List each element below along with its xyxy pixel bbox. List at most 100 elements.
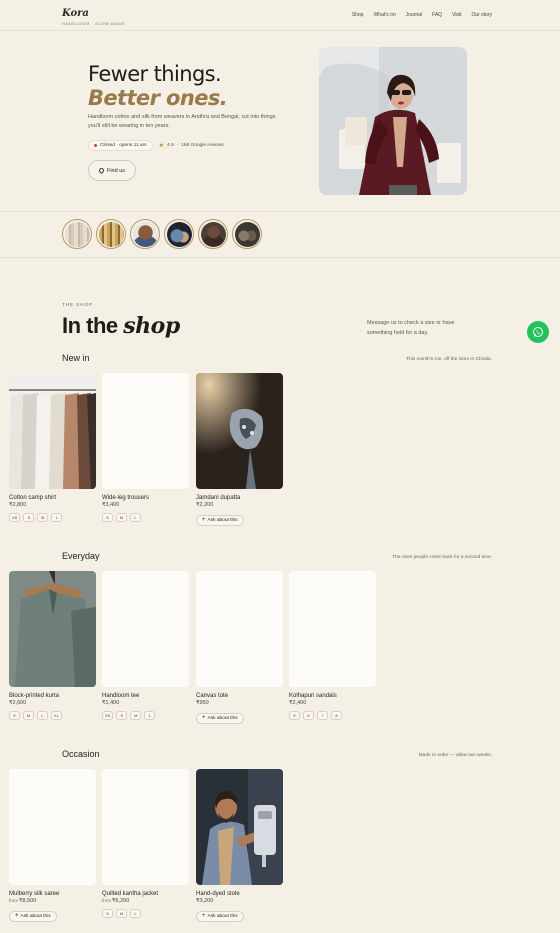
price-from-prefix: from bbox=[9, 898, 18, 903]
nav-item-visit[interactable]: Visit bbox=[452, 12, 461, 18]
size-option[interactable]: L bbox=[130, 513, 141, 522]
whatsapp-icon bbox=[533, 327, 543, 337]
product-price: ₹6,200 bbox=[112, 898, 130, 904]
size-option[interactable]: M bbox=[23, 711, 34, 720]
product-price: ₹1,400 bbox=[102, 700, 120, 706]
nav-item-shop[interactable]: Shop bbox=[352, 12, 364, 18]
brand-tagline: HANDLOOM · SLOW MADE bbox=[62, 21, 126, 26]
kurta-on-hanger-image bbox=[9, 571, 96, 687]
section-title-occasion: Occasion bbox=[62, 749, 100, 759]
nav-item-whats-on[interactable]: What's on bbox=[374, 12, 396, 18]
closed-dot-icon bbox=[94, 144, 97, 147]
product-card[interactable]: Block-printed kurta ₹2,600 S M L XL bbox=[9, 571, 96, 720]
size-option[interactable]: M bbox=[130, 711, 142, 720]
main-nav: Shop What's on Journal FAQ Visit Our sto… bbox=[352, 12, 492, 18]
size-option[interactable]: S bbox=[9, 711, 20, 720]
story-avatar[interactable] bbox=[96, 219, 126, 249]
map-pin-icon bbox=[97, 166, 106, 175]
shop-note: Message us to check a size or have somet… bbox=[367, 320, 455, 336]
product-image bbox=[9, 571, 96, 687]
plus-icon: + bbox=[15, 913, 19, 919]
hero-photo bbox=[319, 47, 467, 195]
opening-status-text: Closed · opens 11 am bbox=[100, 143, 147, 148]
story-avatar[interactable] bbox=[164, 219, 194, 249]
shop-title: In the shop bbox=[62, 313, 180, 339]
size-option[interactable]: L bbox=[51, 513, 63, 522]
size-option[interactable]: M bbox=[116, 909, 127, 918]
size-options: S M L XL bbox=[9, 711, 96, 720]
size-option[interactable]: 8 bbox=[331, 711, 342, 720]
product-card[interactable]: Wide-leg trousers ₹3,400 S M L bbox=[102, 373, 189, 522]
story-image-group bbox=[234, 221, 260, 247]
product-name: Quilted kantha jacket bbox=[102, 891, 159, 897]
product-price: ₹2,400 bbox=[289, 700, 307, 706]
size-option[interactable]: S bbox=[102, 513, 113, 522]
product-image bbox=[9, 373, 96, 489]
ask-about-this-button[interactable]: + Ask about this bbox=[9, 910, 57, 922]
size-option[interactable]: XS bbox=[102, 711, 114, 720]
ask-about-this-button[interactable]: + Ask about this bbox=[196, 514, 244, 526]
find-us-button[interactable]: Find us bbox=[88, 160, 136, 181]
story-avatar[interactable] bbox=[198, 219, 228, 249]
product-image-placeholder bbox=[9, 769, 96, 885]
google-rating[interactable]: ★ 4.9 · 168 Google reviews bbox=[159, 142, 224, 149]
ask-about-this-button[interactable]: + Ask about this bbox=[196, 712, 244, 724]
rating-value: 4.9 bbox=[166, 143, 174, 148]
hero-title: Fewer things. Better ones. bbox=[88, 62, 228, 110]
size-option[interactable]: S bbox=[23, 513, 35, 522]
ask-about-this-button[interactable]: + Ask about this bbox=[196, 910, 244, 922]
story-avatar[interactable] bbox=[232, 219, 262, 249]
plus-icon: + bbox=[202, 913, 206, 919]
story-avatar[interactable] bbox=[62, 219, 92, 249]
nav-item-our-story[interactable]: Our story bbox=[471, 12, 492, 18]
product-card[interactable]: Handloom tee ₹1,400 XS S M L bbox=[102, 571, 189, 720]
product-card[interactable]: Jamdani dupatta ₹2,200 + Ask about this bbox=[196, 373, 283, 526]
nav-item-journal[interactable]: Journal bbox=[406, 12, 422, 18]
star-icon: ★ bbox=[158, 143, 164, 149]
product-card[interactable]: Mulberry silk saree from₹8,500 + Ask abou… bbox=[9, 769, 96, 922]
story-avatar[interactable] bbox=[130, 219, 160, 249]
size-option[interactable]: M bbox=[37, 513, 49, 522]
size-option[interactable]: M bbox=[116, 513, 127, 522]
product-card[interactable]: Cotton camp shirt ₹2,800 XS S M L bbox=[9, 373, 96, 522]
size-option[interactable]: S bbox=[102, 909, 113, 918]
size-option[interactable]: 6 bbox=[303, 711, 314, 720]
section-note-new-in: This month's run, off the loom in Chiral… bbox=[406, 357, 492, 362]
product-image bbox=[196, 373, 283, 489]
section-note-occasion: Made to order — allow two weeks. bbox=[418, 753, 492, 758]
size-option[interactable]: L bbox=[37, 711, 48, 720]
product-card[interactable]: Canvas tote ₹950 + Ask about this bbox=[196, 571, 283, 724]
story-highlights bbox=[62, 219, 262, 249]
nav-item-faq[interactable]: FAQ bbox=[432, 12, 442, 18]
product-card[interactable]: Quilted kantha jacket from₹6,200 S M L bbox=[102, 769, 189, 918]
brand-logo[interactable]: Kora HANDLOOM · SLOW MADE bbox=[62, 8, 125, 26]
size-option[interactable]: L bbox=[130, 909, 141, 918]
hero-status-row: Closed · opens 11 am ★ 4.9 · 168 Google … bbox=[88, 140, 224, 151]
rating-separator: · bbox=[176, 143, 179, 148]
size-option[interactable]: L bbox=[144, 711, 156, 720]
product-name: Kolhapuri sandals bbox=[289, 693, 337, 699]
size-option[interactable]: S bbox=[116, 711, 128, 720]
size-option[interactable]: XL bbox=[51, 711, 62, 720]
product-image-placeholder bbox=[196, 571, 283, 687]
size-option[interactable]: 7 bbox=[317, 711, 328, 720]
find-us-label: Find us bbox=[106, 167, 126, 174]
product-image bbox=[196, 769, 283, 885]
hero-title-line1: Fewer things. bbox=[88, 62, 222, 86]
tailor-at-sewing-machine-image bbox=[196, 769, 283, 885]
size-option[interactable]: XS bbox=[9, 513, 21, 522]
product-price-line: from₹6,200 bbox=[102, 898, 189, 904]
product-name: Mulberry silk saree bbox=[9, 891, 60, 897]
site-header: Kora HANDLOOM · SLOW MADE Shop What's on… bbox=[0, 0, 560, 31]
brand-name: Kora bbox=[62, 8, 89, 19]
size-option[interactable]: 5 bbox=[289, 711, 300, 720]
product-card[interactable]: Kolhapuri sandals ₹2,400 5 6 7 8 bbox=[289, 571, 376, 720]
product-card[interactable]: Hand-dyed stole ₹3,200 + Ask about this bbox=[196, 769, 283, 922]
product-image-placeholder bbox=[102, 769, 189, 885]
size-options: S M L bbox=[102, 909, 189, 918]
section-title-everyday: Everyday bbox=[62, 551, 100, 561]
product-price: ₹2,600 bbox=[9, 700, 27, 706]
product-name: Block-printed kurta bbox=[9, 693, 60, 699]
whatsapp-button[interactable] bbox=[527, 321, 549, 343]
price-from-prefix: from bbox=[102, 898, 111, 903]
